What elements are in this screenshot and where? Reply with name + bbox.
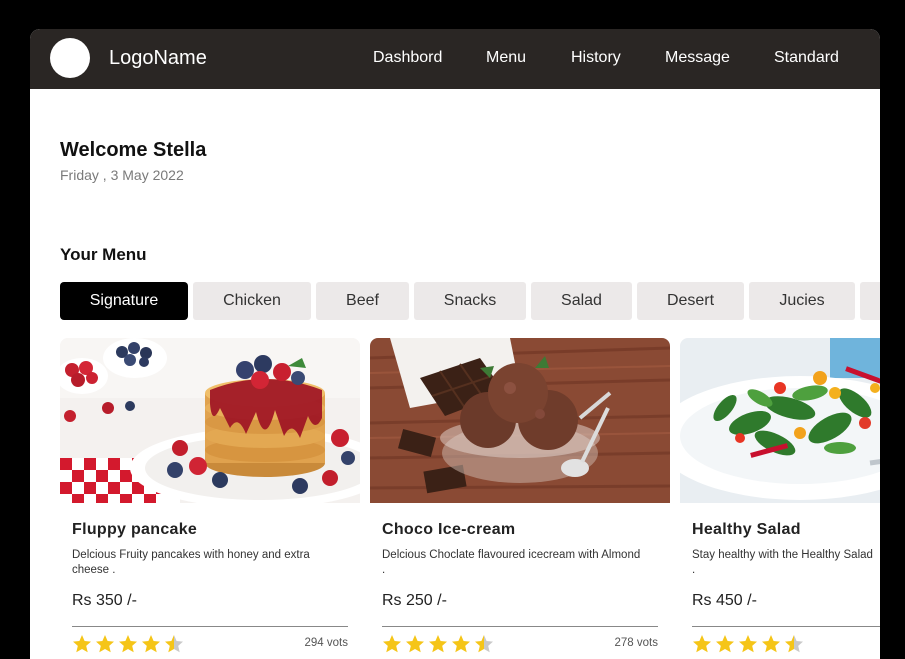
nav-item-message[interactable]: Message — [665, 49, 730, 67]
star-icon — [429, 635, 447, 653]
card-description: Stay healthy with the Healthy Salad . — [692, 548, 880, 578]
card-title[interactable]: Fluppy pancake — [72, 521, 197, 539]
top-navigation-bar: LogoName Dashbord Menu History Message S… — [30, 29, 880, 89]
card-description: Delcious Fruity pancakes with honey and … — [72, 549, 310, 576]
card-price: Rs 350 /- — [72, 592, 137, 609]
card-title[interactable]: Choco Ice-cream — [382, 521, 515, 539]
nav-item-standard[interactable]: Standard — [774, 49, 839, 67]
menu-section-title: Your Menu — [60, 245, 147, 264]
vote-count: 294 vots — [304, 637, 348, 649]
star-icon — [475, 635, 493, 653]
vote-count: 278 vots — [614, 637, 658, 649]
tab-snacks[interactable]: Snacks — [414, 282, 526, 320]
star-icon — [142, 635, 160, 653]
menu-card[interactable]: Healthy Salad Stay healthy with the Heal… — [680, 338, 880, 659]
tab-salad[interactable]: Salad — [531, 282, 632, 320]
salad-image[interactable] — [680, 338, 880, 503]
pancake-image[interactable] — [60, 338, 360, 503]
card-price: Rs 250 /- — [382, 592, 447, 609]
current-date: Friday , 3 May 2022 — [60, 167, 184, 183]
main-nav: Dashbord Menu History Message Standard — [30, 49, 880, 69]
star-icon — [73, 635, 91, 653]
star-icon — [96, 635, 114, 653]
tab-jucies[interactable]: Jucies — [749, 282, 855, 320]
nav-item-dashboard[interactable]: Dashbord — [373, 49, 442, 67]
star-icon — [119, 635, 137, 653]
ice-cream-image[interactable] — [370, 338, 670, 503]
card-divider — [382, 626, 658, 627]
star-icon — [165, 635, 183, 653]
menu-card[interactable]: Choco Ice-cream Delcious Choclate flavou… — [370, 338, 670, 659]
card-divider — [692, 626, 880, 627]
card-price: Rs 450 /- — [692, 592, 757, 609]
tab-signature[interactable]: Signature — [60, 282, 188, 320]
star-icon — [693, 635, 711, 653]
star-icon — [406, 635, 424, 653]
star-icon — [785, 635, 803, 653]
tab-more-partial[interactable] — [860, 282, 880, 320]
app-screen: LogoName Dashbord Menu History Message S… — [30, 29, 880, 659]
tab-beef[interactable]: Beef — [316, 282, 409, 320]
card-title[interactable]: Healthy Salad — [692, 521, 801, 539]
welcome-heading: Welcome Stella — [60, 139, 207, 161]
tab-chicken[interactable]: Chicken — [193, 282, 311, 320]
star-icon — [383, 635, 401, 653]
star-icon — [762, 635, 780, 653]
nav-item-history[interactable]: History — [571, 49, 621, 67]
card-description-tail: . — [382, 564, 386, 576]
star-icon — [716, 635, 734, 653]
card-divider — [72, 626, 348, 627]
star-icon — [452, 635, 470, 653]
tab-desert[interactable]: Desert — [637, 282, 744, 320]
device-frame: LogoName Dashbord Menu History Message S… — [0, 0, 905, 659]
nav-item-menu[interactable]: Menu — [486, 49, 526, 67]
card-description-tail: . — [692, 564, 696, 576]
menu-card[interactable]: Fluppy pancake Delcious Fruity pancakes … — [60, 338, 360, 659]
card-description-text: Delcious Choclate flavoured icecream wit… — [382, 549, 641, 561]
menu-category-tabs: Signature Chicken Beef Snacks Salad Dese… — [60, 282, 880, 320]
star-icon — [739, 635, 757, 653]
card-description-text: Stay healthy with the Healthy Salad — [692, 549, 873, 561]
card-description: Delcious Choclate flavoured icecream wit… — [382, 548, 652, 578]
